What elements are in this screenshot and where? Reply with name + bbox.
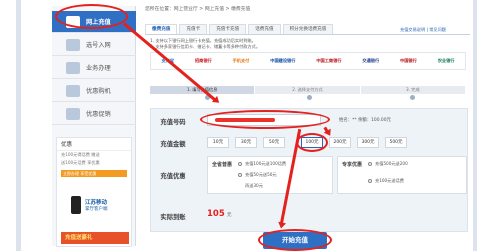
promo-brand: 江苏移动 bbox=[85, 200, 108, 206]
tab-card[interactable]: 充值卡 bbox=[179, 24, 208, 34]
offer-radio[interactable] bbox=[368, 162, 372, 166]
offer-title: 专享优惠 bbox=[342, 162, 363, 168]
annotation-circle-sidebar bbox=[55, 4, 128, 29]
promo-brand-sub: 掌厅客户端 bbox=[85, 207, 108, 212]
amount-option[interactable]: 50元 bbox=[263, 137, 285, 148]
gear-icon bbox=[66, 61, 80, 74]
recharge-form: 充值号码 姓名：** 余额：100.00元 充值金额 10元 30元 50元 100元… bbox=[150, 108, 468, 232]
tab-points[interactable]: 积分兑换话费充值 bbox=[282, 24, 334, 34]
bank-logo[interactable]: 交通银行 bbox=[360, 56, 381, 66]
pay-label: 实际到账 bbox=[160, 214, 186, 221]
promo-banner[interactable]: 充值送豪礼 bbox=[61, 232, 129, 244]
breadcrumb: 您所在位置：网上营业厅 > 网上充值 > 缴费充值 bbox=[145, 7, 251, 12]
annotation-circle-submit bbox=[258, 229, 332, 251]
offer-title: 全省普惠 bbox=[212, 162, 233, 168]
offer-radio[interactable] bbox=[238, 162, 242, 166]
step-item: 3. 完成 bbox=[360, 86, 465, 94]
right-border bbox=[473, 0, 477, 251]
annotation-circle-amount bbox=[296, 133, 328, 152]
sidebar-item-label: 选号入网 bbox=[86, 42, 111, 49]
sidebar-item-number-select[interactable]: 选号入网 bbox=[52, 34, 136, 56]
amount-option[interactable]: 200元 bbox=[329, 137, 351, 148]
offer-exclusive[interactable]: 专享优惠 充值500元送200 充100元送话费 bbox=[337, 156, 467, 194]
sidebar-item-label: 业务办理 bbox=[86, 65, 111, 72]
offer-text: 充值50元送50元 bbox=[245, 172, 277, 177]
offer-text: 充100元送话费 bbox=[375, 178, 404, 183]
promo-panel: 优惠 充100元得话费 赠送 送100元话费 享优惠 立即办理 享受优惠 江苏移… bbox=[56, 137, 132, 247]
amount-option[interactable]: 30元 bbox=[235, 137, 257, 148]
offer-text: 充值500元送200 bbox=[375, 161, 408, 166]
sidebar-item-label: 优惠促销 bbox=[86, 111, 111, 118]
step-dot bbox=[307, 95, 312, 100]
amount-label: 充值金额 bbox=[160, 141, 186, 148]
sidebar-item-business[interactable]: 业务办理 bbox=[52, 57, 136, 79]
notice-text: 2. 支持多家银行信用卡、借记卡、储蓄卡等多种付款方式。 bbox=[150, 44, 261, 49]
promo-line: 送100元话费 享优惠 bbox=[61, 160, 100, 165]
sidebar-item-promo[interactable]: 优惠促销 bbox=[52, 103, 136, 125]
sidebar-item-label: 优惠购机 bbox=[86, 88, 111, 95]
offer-general[interactable]: 全省普惠 充值100元送100话费 充值50元送50元 再送30元 bbox=[207, 156, 333, 194]
tab-recharge[interactable]: 缴费充值 bbox=[145, 24, 178, 34]
offer-radio[interactable] bbox=[238, 173, 242, 177]
promo-bar[interactable]: 立即办理 享受优惠 bbox=[61, 170, 127, 177]
owner-info: 姓名：** 余额：100.00元 bbox=[339, 118, 391, 123]
tab-fee[interactable]: 话费充值 bbox=[248, 24, 281, 34]
offer-text: 充值100元送100话费 bbox=[245, 161, 287, 166]
cart-icon bbox=[66, 84, 80, 97]
offer-radio[interactable] bbox=[368, 179, 372, 183]
offer-label: 充值优惠 bbox=[160, 173, 186, 180]
bank-logo[interactable]: 招商银行 bbox=[193, 56, 214, 66]
bank-logo[interactable]: 中国银行 bbox=[398, 56, 419, 66]
phone-icon bbox=[71, 196, 81, 214]
annotation-circle-number bbox=[200, 110, 330, 129]
promo-title: 优惠 bbox=[57, 138, 131, 151]
bank-logo[interactable]: 中国工商银行 bbox=[314, 56, 343, 66]
bank-logo[interactable]: 中国建设银行 bbox=[268, 56, 297, 66]
offer-text: 再送30元 bbox=[245, 183, 263, 188]
bank-logo[interactable]: 农业银行 bbox=[436, 56, 457, 66]
tab-bar: 缴费充值 充值卡 充值卡充值 话费充值 积分兑换话费充值 bbox=[145, 24, 335, 34]
pay-unit: 元 bbox=[227, 213, 232, 218]
amount-option[interactable]: 500元 bbox=[385, 137, 407, 148]
screenshot-frame: 网上充值 选号入网 业务办理 优惠购机 优惠促销 优惠 充100元得话费 赠送 … bbox=[0, 0, 500, 251]
tab-card-recharge[interactable]: 充值卡充值 bbox=[209, 24, 247, 34]
pay-amount: 105 bbox=[207, 209, 225, 219]
number-label: 充值号码 bbox=[160, 119, 186, 126]
sim-icon bbox=[66, 38, 80, 51]
left-border bbox=[16, 0, 21, 251]
amount-option[interactable]: 300元 bbox=[357, 137, 379, 148]
help-link[interactable]: 充值交易说明 | 常见问题 bbox=[400, 27, 446, 33]
amount-option[interactable]: 10元 bbox=[207, 137, 229, 148]
tab-divider bbox=[145, 34, 470, 35]
step-dot bbox=[410, 95, 415, 100]
bank-list: 支付宝招商银行手机支付中国建设银行中国工商银行交通银行中国银行农业银行 bbox=[150, 52, 466, 70]
sidebar-item-phones[interactable]: 优惠购机 bbox=[52, 80, 136, 102]
bank-logo[interactable]: 手机支付 bbox=[231, 56, 252, 66]
step-item: 2. 选择支付方式 bbox=[255, 86, 360, 94]
promo-line: 充100元得话费 赠送 bbox=[61, 152, 100, 157]
gift-icon bbox=[66, 107, 80, 120]
